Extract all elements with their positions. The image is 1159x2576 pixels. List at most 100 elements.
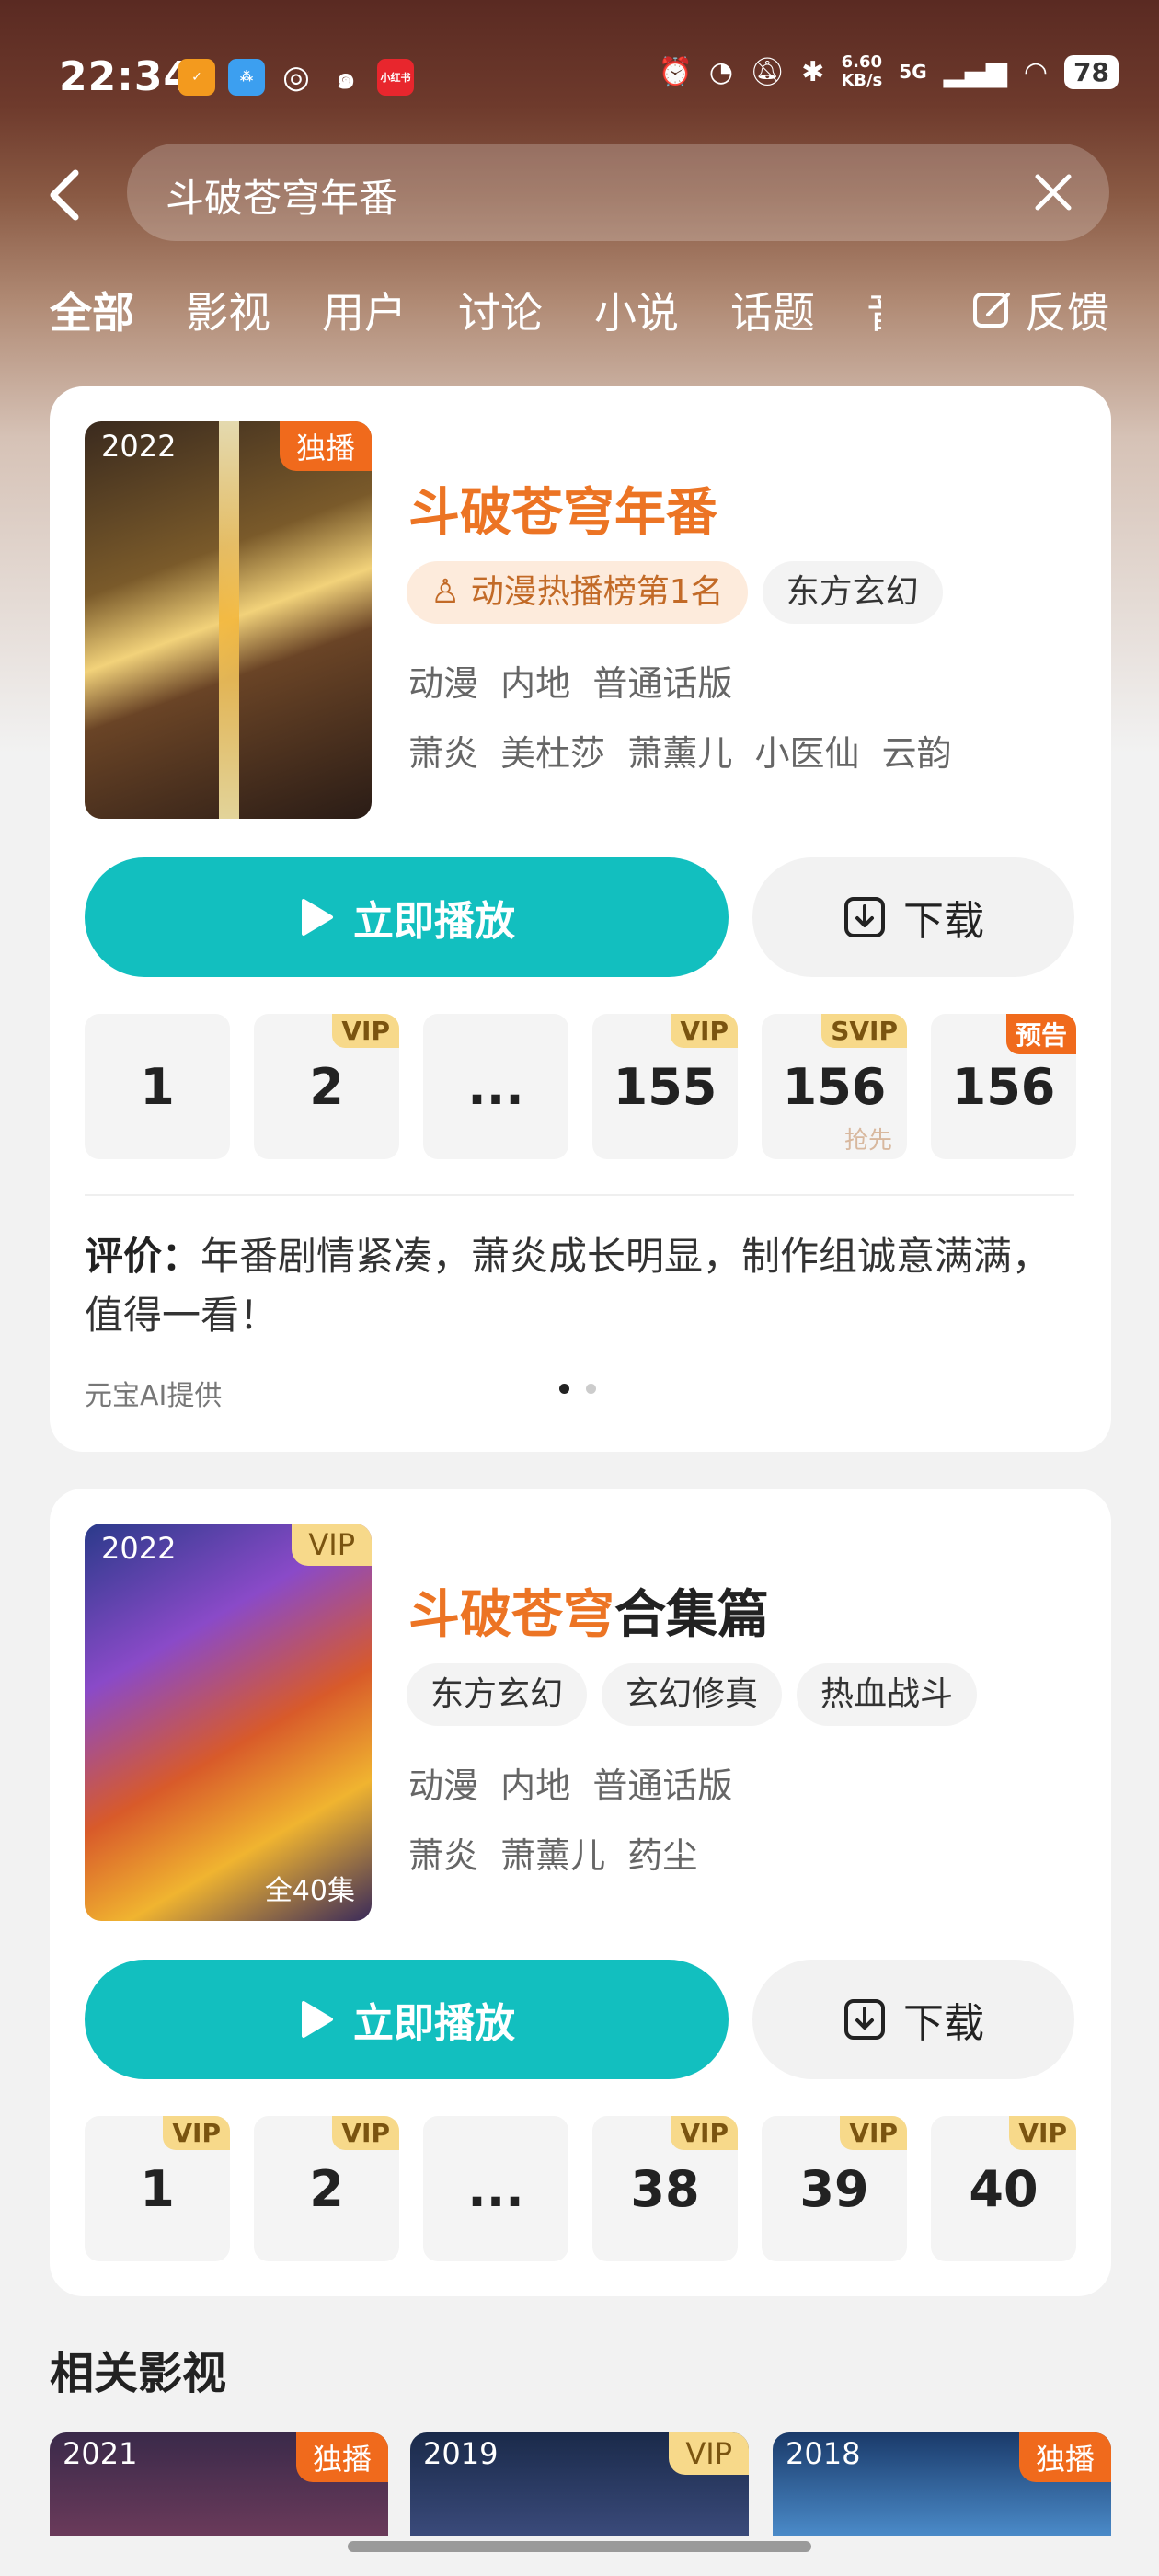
bluetooth-icon: ✱ [801, 55, 825, 88]
episode-item[interactable]: 156 SVIP 抢先 [762, 1014, 907, 1159]
alipay-icon: ⁂ [228, 59, 265, 96]
episode-list: 1 VIP 2 VIP ... 38 VIP 39 VIP 40 VIP [85, 2116, 1076, 2261]
episode-number: 2 [309, 2159, 344, 2218]
vip-badge: VIP [332, 1014, 399, 1048]
back-button[interactable] [44, 162, 88, 228]
vip-badge: VIP [292, 1524, 372, 1566]
svip-badge: SVIP [821, 1014, 907, 1048]
play-now-button[interactable]: 立即播放 [85, 1960, 729, 2079]
meta-info: 动漫 内地 普通话版 [408, 1765, 733, 1806]
download-button[interactable]: 下载 [752, 857, 1074, 977]
vip-badge: VIP [1009, 2116, 1076, 2150]
result-card-2: 2022 VIP 全40集 斗破苍穹合集篇 东方玄幻 玄幻修真 热血战斗 动漫 … [50, 1489, 1111, 2296]
related-year: 2018 [786, 2436, 861, 2471]
genre-chip[interactable]: 东方玄幻 [762, 561, 943, 624]
search-query: 斗破苍穹年番 [166, 176, 398, 221]
rank-chip[interactable]: ♙ 动漫热播榜第1名 [407, 561, 748, 624]
play-now-button[interactable]: 立即播放 [85, 857, 729, 977]
carousel-dots [559, 1384, 596, 1394]
poster-image[interactable]: 2022 独播 [85, 421, 372, 819]
poster-image[interactable]: 2022 VIP 全40集 [85, 1524, 372, 1921]
home-indicator[interactable] [348, 2541, 811, 2552]
related-item[interactable]: 2018 独播 [773, 2432, 1111, 2536]
exclusive-badge: 独播 [295, 2432, 388, 2482]
episode-number: 40 [969, 2159, 1039, 2218]
episode-item[interactable]: 40 VIP [931, 2116, 1076, 2261]
tab-all[interactable]: 全部 [50, 280, 134, 340]
tag-chips: ♙ 动漫热播榜第1名 东方玄幻 [407, 561, 943, 624]
episode-number: 156 [782, 1057, 887, 1116]
taobao-icon: ✓ [178, 59, 215, 96]
title-highlight: 斗破苍穹 [408, 1585, 614, 1645]
vip-badge: VIP [332, 2116, 399, 2150]
episode-count: 全40集 [264, 1875, 355, 1907]
related-section-title: 相关影视 [50, 2348, 227, 2399]
episode-item[interactable]: 39 VIP [762, 2116, 907, 2261]
result-title[interactable]: 斗破苍穹年番 [408, 471, 717, 546]
network-speed: 6.60 KB/s [841, 53, 882, 90]
episode-item[interactable]: 156 预告 [931, 1014, 1076, 1159]
episode-number: 2 [309, 1057, 344, 1116]
rank-chip-label: 动漫热播榜第1名 [470, 573, 724, 611]
net-speed-unit: KB/s [841, 71, 883, 90]
episode-number: ... [467, 2159, 524, 2218]
vip-badge: VIP [840, 2116, 907, 2150]
episode-number: 1 [140, 2159, 175, 2218]
carousel-dot-active [559, 1384, 569, 1394]
category-tabs: 全部 影视 用户 讨论 小说 话题 音 [50, 280, 881, 340]
download-icon [844, 897, 885, 937]
episode-number: 155 [613, 1057, 717, 1116]
episode-item[interactable]: 1 VIP [85, 2116, 230, 2261]
play-label: 立即播放 [353, 2000, 515, 2047]
search-input[interactable]: 斗破苍穹年番 [127, 144, 1109, 241]
episode-item[interactable]: 2 VIP [254, 1014, 399, 1159]
download-icon [844, 1999, 885, 2040]
ai-review: 评价：年番剧情紧凑，萧炎成长明显，制作组诚意满满，值得一看！ [85, 1227, 1078, 1345]
signal-bars-icon: ▂▄▆ [943, 55, 1007, 88]
back-arrow-icon [50, 169, 79, 221]
episode-item[interactable]: 2 VIP [254, 2116, 399, 2261]
trailer-badge: 预告 [1005, 1014, 1076, 1054]
tab-video[interactable]: 影视 [186, 280, 270, 340]
genre-chip[interactable]: 玄幻修真 [602, 1663, 783, 1726]
weibo-icon: ๑ [336, 60, 356, 97]
episode-item[interactable]: 1 [85, 1014, 230, 1159]
episode-item[interactable]: 155 VIP [592, 1014, 738, 1159]
related-year: 2019 [423, 2436, 499, 2471]
carousel-dot [586, 1384, 596, 1394]
close-icon [1035, 174, 1072, 211]
exclusive-badge: 独播 [279, 421, 372, 471]
wechat-icon: ◎ [282, 59, 310, 96]
related-item[interactable]: 2021 独播 [50, 2432, 388, 2536]
net-speed-value: 6.60 [841, 52, 882, 72]
clear-search-button[interactable] [1034, 173, 1073, 212]
episode-more[interactable]: ... [423, 1014, 568, 1159]
notification-icons: ✓ ⁂ ◎ ๑ 小红书 [178, 59, 414, 97]
genre-chip[interactable]: 东方玄幻 [407, 1663, 588, 1726]
tab-users[interactable]: 用户 [322, 280, 407, 340]
battery-indicator: 78 [1064, 54, 1119, 89]
episode-number: 156 [951, 1057, 1056, 1116]
episode-number: 1 [140, 1057, 175, 1116]
tab-topic[interactable]: 话题 [730, 280, 815, 340]
review-text: 年番剧情紧凑，萧炎成长明显，制作组诚意满满，值得一看！ [85, 1234, 1051, 1338]
vip-badge: VIP [163, 2116, 230, 2150]
vip-badge: VIP [669, 2432, 749, 2475]
system-indicators: ⏰ ◔ 🔕︎ ✱ 6.60 KB/s 5G ▂▄▆ ◠ 78 [659, 53, 1119, 90]
episode-more[interactable]: ... [423, 2116, 568, 2261]
meta-info: 动漫 内地 普通话版 [408, 663, 733, 704]
feedback-button[interactable]: 反馈 [971, 280, 1109, 340]
tab-music[interactable]: 音 [866, 280, 881, 340]
early-access-label: 抢先 [843, 1127, 892, 1155]
episode-item[interactable]: 38 VIP [592, 2116, 738, 2261]
genre-chip[interactable]: 热血战斗 [797, 1663, 978, 1726]
related-item[interactable]: 2019 VIP [410, 2432, 749, 2536]
play-icon [302, 899, 333, 936]
alarm-icon: ⏰ [658, 55, 693, 88]
episode-number: 39 [799, 2159, 869, 2218]
download-button[interactable]: 下载 [752, 1960, 1074, 2079]
tab-novel[interactable]: 小说 [594, 280, 679, 340]
cast-list: 萧炎 美杜莎 萧薰儿 小医仙 云韵 [408, 733, 952, 774]
tab-discussion[interactable]: 讨论 [458, 280, 543, 340]
result-title[interactable]: 斗破苍穹合集篇 [408, 1573, 769, 1648]
